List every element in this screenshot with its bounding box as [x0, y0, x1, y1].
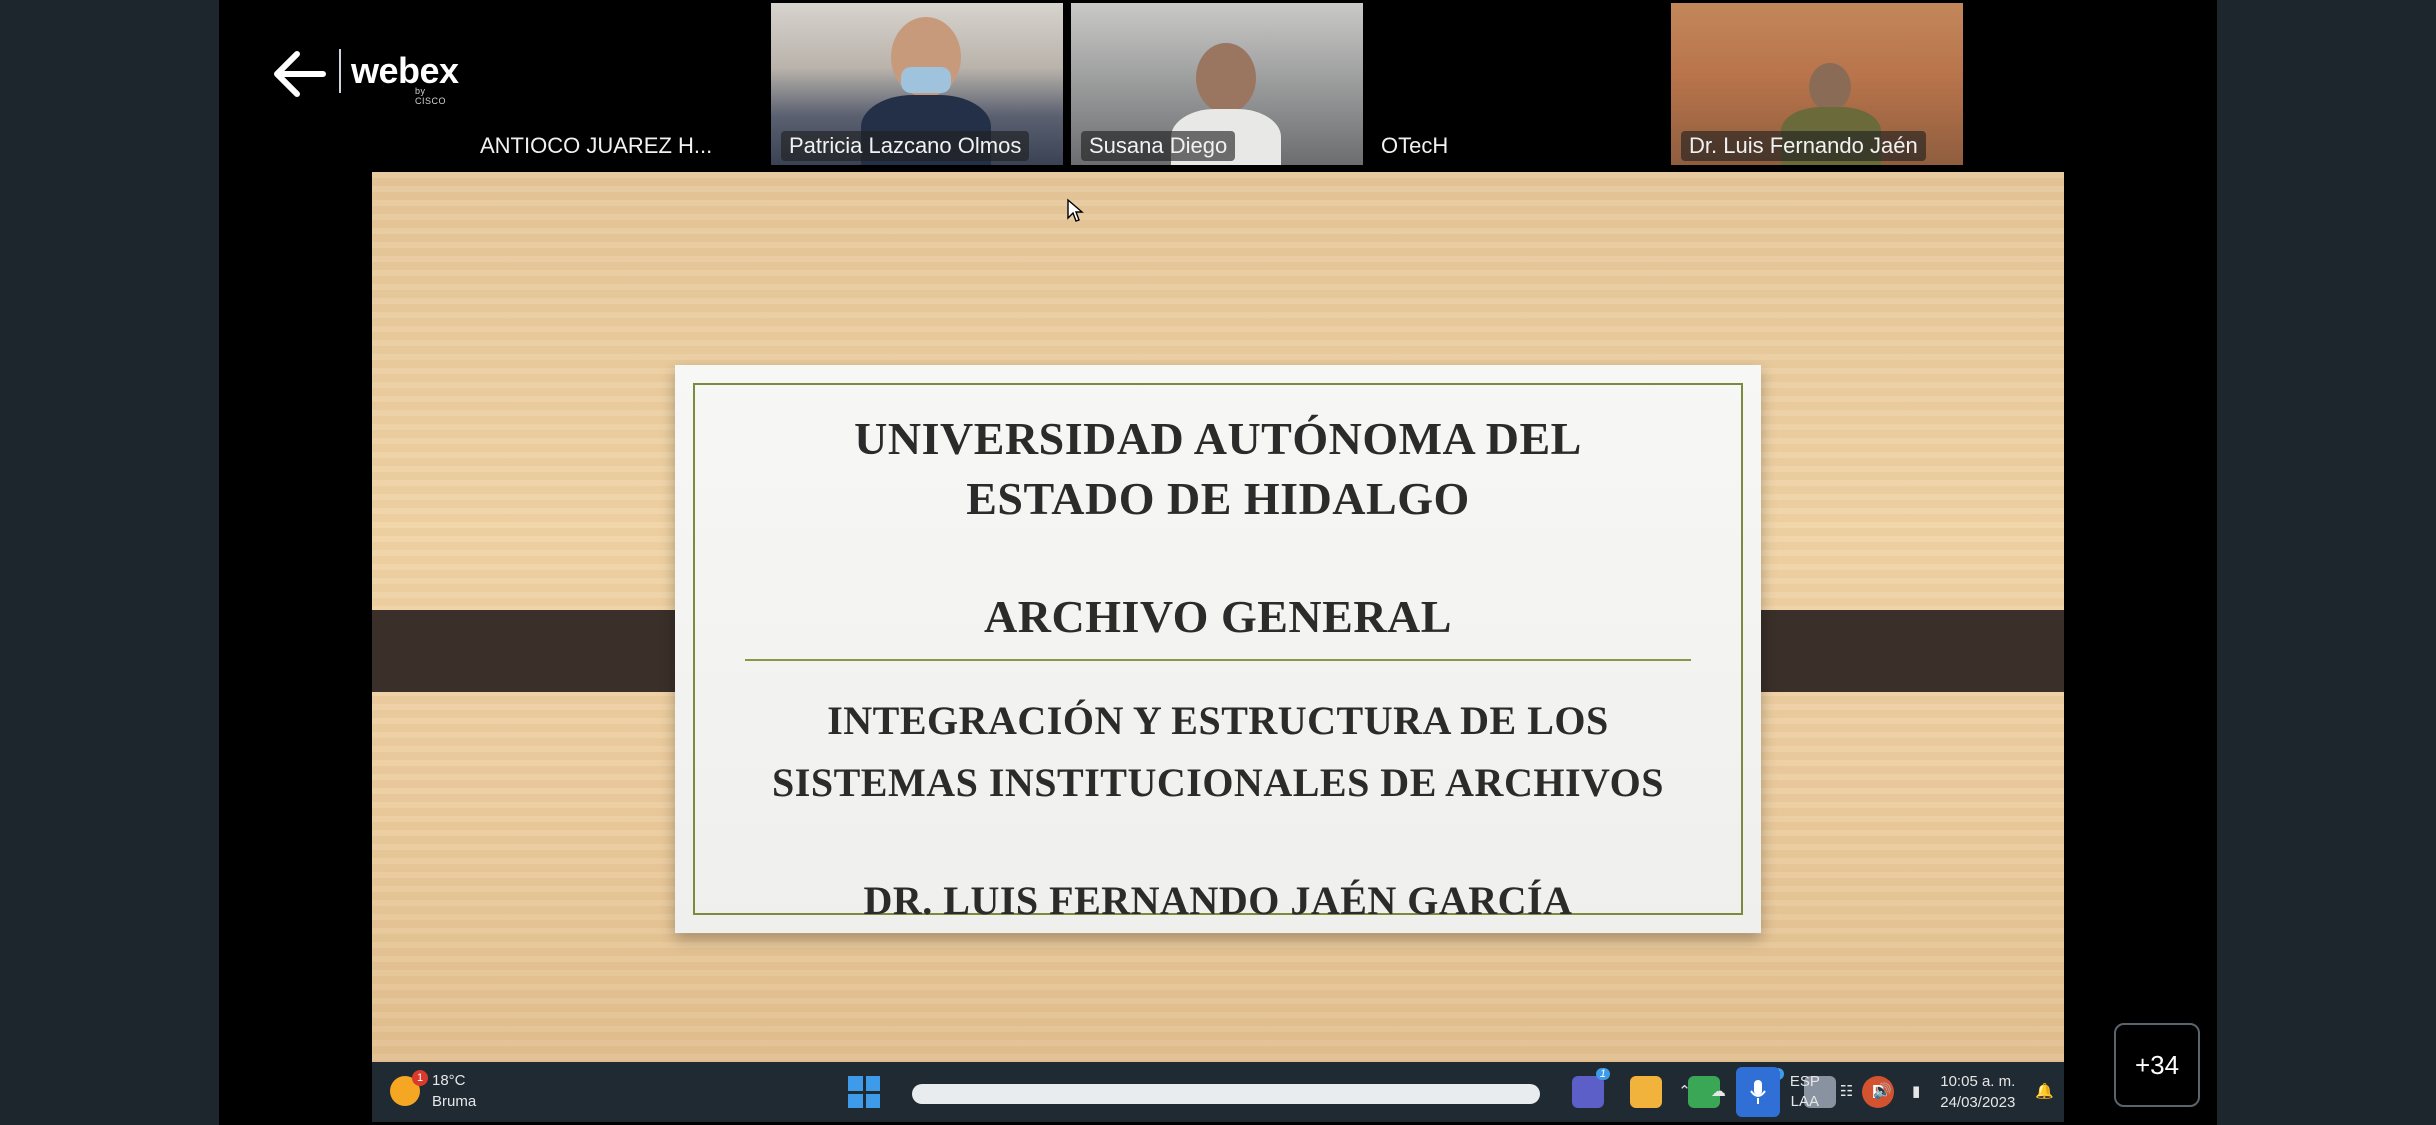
chevron-up-icon[interactable]: ⌃	[1678, 1082, 1691, 1102]
brand-sub: by CISCO	[415, 86, 447, 106]
notification-bell-icon[interactable]: 🔔	[2035, 1082, 2054, 1102]
brand-word: webex	[351, 50, 459, 91]
slide-band-left	[372, 610, 712, 692]
webex-logo: webex by CISCO	[339, 46, 459, 106]
slide-line-2: ESTADO DE HIDALGO	[966, 473, 1470, 524]
participant-tile[interactable]: Dr. Luis Fernando Jaén	[1671, 3, 1963, 165]
shared-taskbar: 1 18°C Bruma 1 16 P ⌃ ☁ ESP LAA	[372, 1062, 2064, 1122]
system-tray: ⌃ ☁ ESP LAA ☷ 🔊 ▮ 10:05 a. m. 24/03/2023…	[1668, 1062, 2064, 1122]
mouse-cursor-icon	[1067, 198, 1084, 222]
participant-name: OTecH	[1381, 133, 1449, 158]
folder-icon[interactable]	[1630, 1076, 1662, 1108]
microphone-icon[interactable]	[1735, 1067, 1780, 1117]
slide-line-3: ARCHIVO GENERAL	[984, 591, 1452, 642]
weather-sun-icon: 1	[390, 1070, 428, 1106]
clock-time: 10:05 a. m.	[1940, 1073, 2016, 1090]
language-layout: LAA	[1790, 1093, 1819, 1110]
participant-tile[interactable]: ANTIOCO JUAREZ H...	[470, 3, 762, 165]
participant-name: Dr. Luis Fernando Jaén	[1681, 131, 1926, 161]
slide-band-right	[1727, 610, 2064, 692]
battery-icon[interactable]: ▮	[1912, 1082, 1920, 1102]
logo-separator	[339, 49, 341, 93]
participant-tile[interactable]: Patricia Lazcano Olmos	[771, 3, 1063, 165]
weather-badge: 1	[412, 1070, 428, 1086]
more-participants-button[interactable]: +34	[2114, 1023, 2200, 1107]
slide-line-1: UNIVERSIDAD AUTÓNOMA DEL	[854, 413, 1582, 464]
participant-tile[interactable]: OTecH	[1371, 3, 1663, 165]
volume-icon[interactable]: 🔊	[1873, 1082, 1892, 1102]
slide-divider	[745, 659, 1691, 661]
clock-date: 24/03/2023	[1940, 1094, 2016, 1111]
language-code: ESP	[1789, 1073, 1820, 1090]
slide-line-5: SISTEMAS INSTITUCIONALES DE ARCHIVOS	[772, 760, 1664, 805]
slide-line-4: INTEGRACIÓN Y ESTRUCTURA DE LOS	[827, 698, 1609, 743]
wifi-icon[interactable]: ☷	[1840, 1082, 1853, 1102]
participant-name: ANTIOCO JUAREZ H...	[480, 133, 713, 158]
back-arrow-icon[interactable]	[267, 44, 331, 104]
cloud-icon[interactable]: ☁	[1711, 1082, 1726, 1102]
app-badge: 1	[1595, 1068, 1610, 1080]
meeting-stage: webex by CISCO ANTIOCO JUAREZ H... Patri…	[219, 0, 2217, 1125]
teams-icon[interactable]: 1	[1572, 1068, 1610, 1108]
windows-start-icon[interactable]	[848, 1076, 880, 1108]
slide-title-card: UNIVERSIDAD AUTÓNOMA DEL ESTADO DE HIDAL…	[675, 365, 1761, 933]
weather-widget[interactable]: 1 18°C Bruma	[390, 1070, 476, 1112]
weather-temp: 18°C	[432, 1072, 466, 1089]
taskbar-search-bar[interactable]	[912, 1084, 1540, 1104]
slide-line-6: DR. LUIS FERNANDO JAÉN GARCÍA	[863, 878, 1573, 923]
participant-name: Susana Diego	[1081, 131, 1236, 161]
participant-tile[interactable]: Susana Diego	[1071, 3, 1363, 165]
shared-slide: UNIVERSIDAD AUTÓNOMA DEL ESTADO DE HIDAL…	[372, 172, 2064, 1062]
taskbar-clock[interactable]: 10:05 a. m. 24/03/2023	[1940, 1071, 2015, 1113]
weather-desc: Bruma	[432, 1093, 477, 1110]
participant-name: Patricia Lazcano Olmos	[781, 131, 1030, 161]
